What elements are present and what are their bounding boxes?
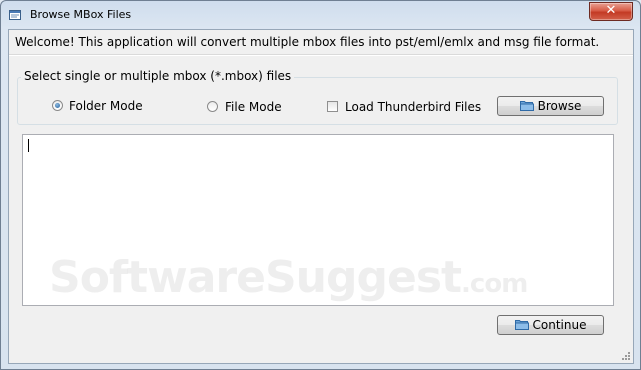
watermark: SoftwareSuggest.com: [49, 252, 528, 303]
folder-icon: [514, 320, 529, 330]
watermark-tld: .com: [461, 269, 528, 299]
file-mode-radio[interactable]: [207, 101, 218, 112]
divider: [9, 54, 633, 56]
dialog-body: Welcome! This application will convert m…: [8, 29, 634, 364]
watermark-main: SoftwareSuggest: [49, 252, 462, 303]
group-label: Select single or multiple mbox (*.mbox) …: [21, 69, 295, 83]
folder-mode-radio[interactable]: [52, 100, 63, 111]
app-window-icon: [9, 10, 21, 20]
title-bar[interactable]: Browse MBox Files ✕: [1, 1, 640, 29]
browse-label: Browse: [537, 99, 582, 113]
load-thunderbird-checkbox[interactable]: [327, 101, 338, 112]
continue-button[interactable]: Continue: [497, 315, 604, 335]
file-mode-label[interactable]: File Mode: [225, 100, 282, 114]
window-title: Browse MBox Files: [30, 8, 132, 21]
browse-button[interactable]: Browse: [497, 96, 604, 116]
close-button[interactable]: ✕: [589, 2, 633, 21]
app-window: Browse MBox Files ✕ Welcome! This applic…: [0, 0, 641, 370]
text-caret: [28, 139, 29, 152]
continue-label: Continue: [532, 318, 587, 332]
welcome-message: Welcome! This application will convert m…: [15, 35, 600, 49]
folder-mode-label[interactable]: Folder Mode: [69, 99, 143, 113]
folder-icon: [519, 101, 534, 111]
close-icon: ✕: [605, 3, 617, 18]
load-thunderbird-label[interactable]: Load Thunderbird Files: [345, 100, 481, 114]
resize-grip-icon[interactable]: [621, 351, 631, 361]
